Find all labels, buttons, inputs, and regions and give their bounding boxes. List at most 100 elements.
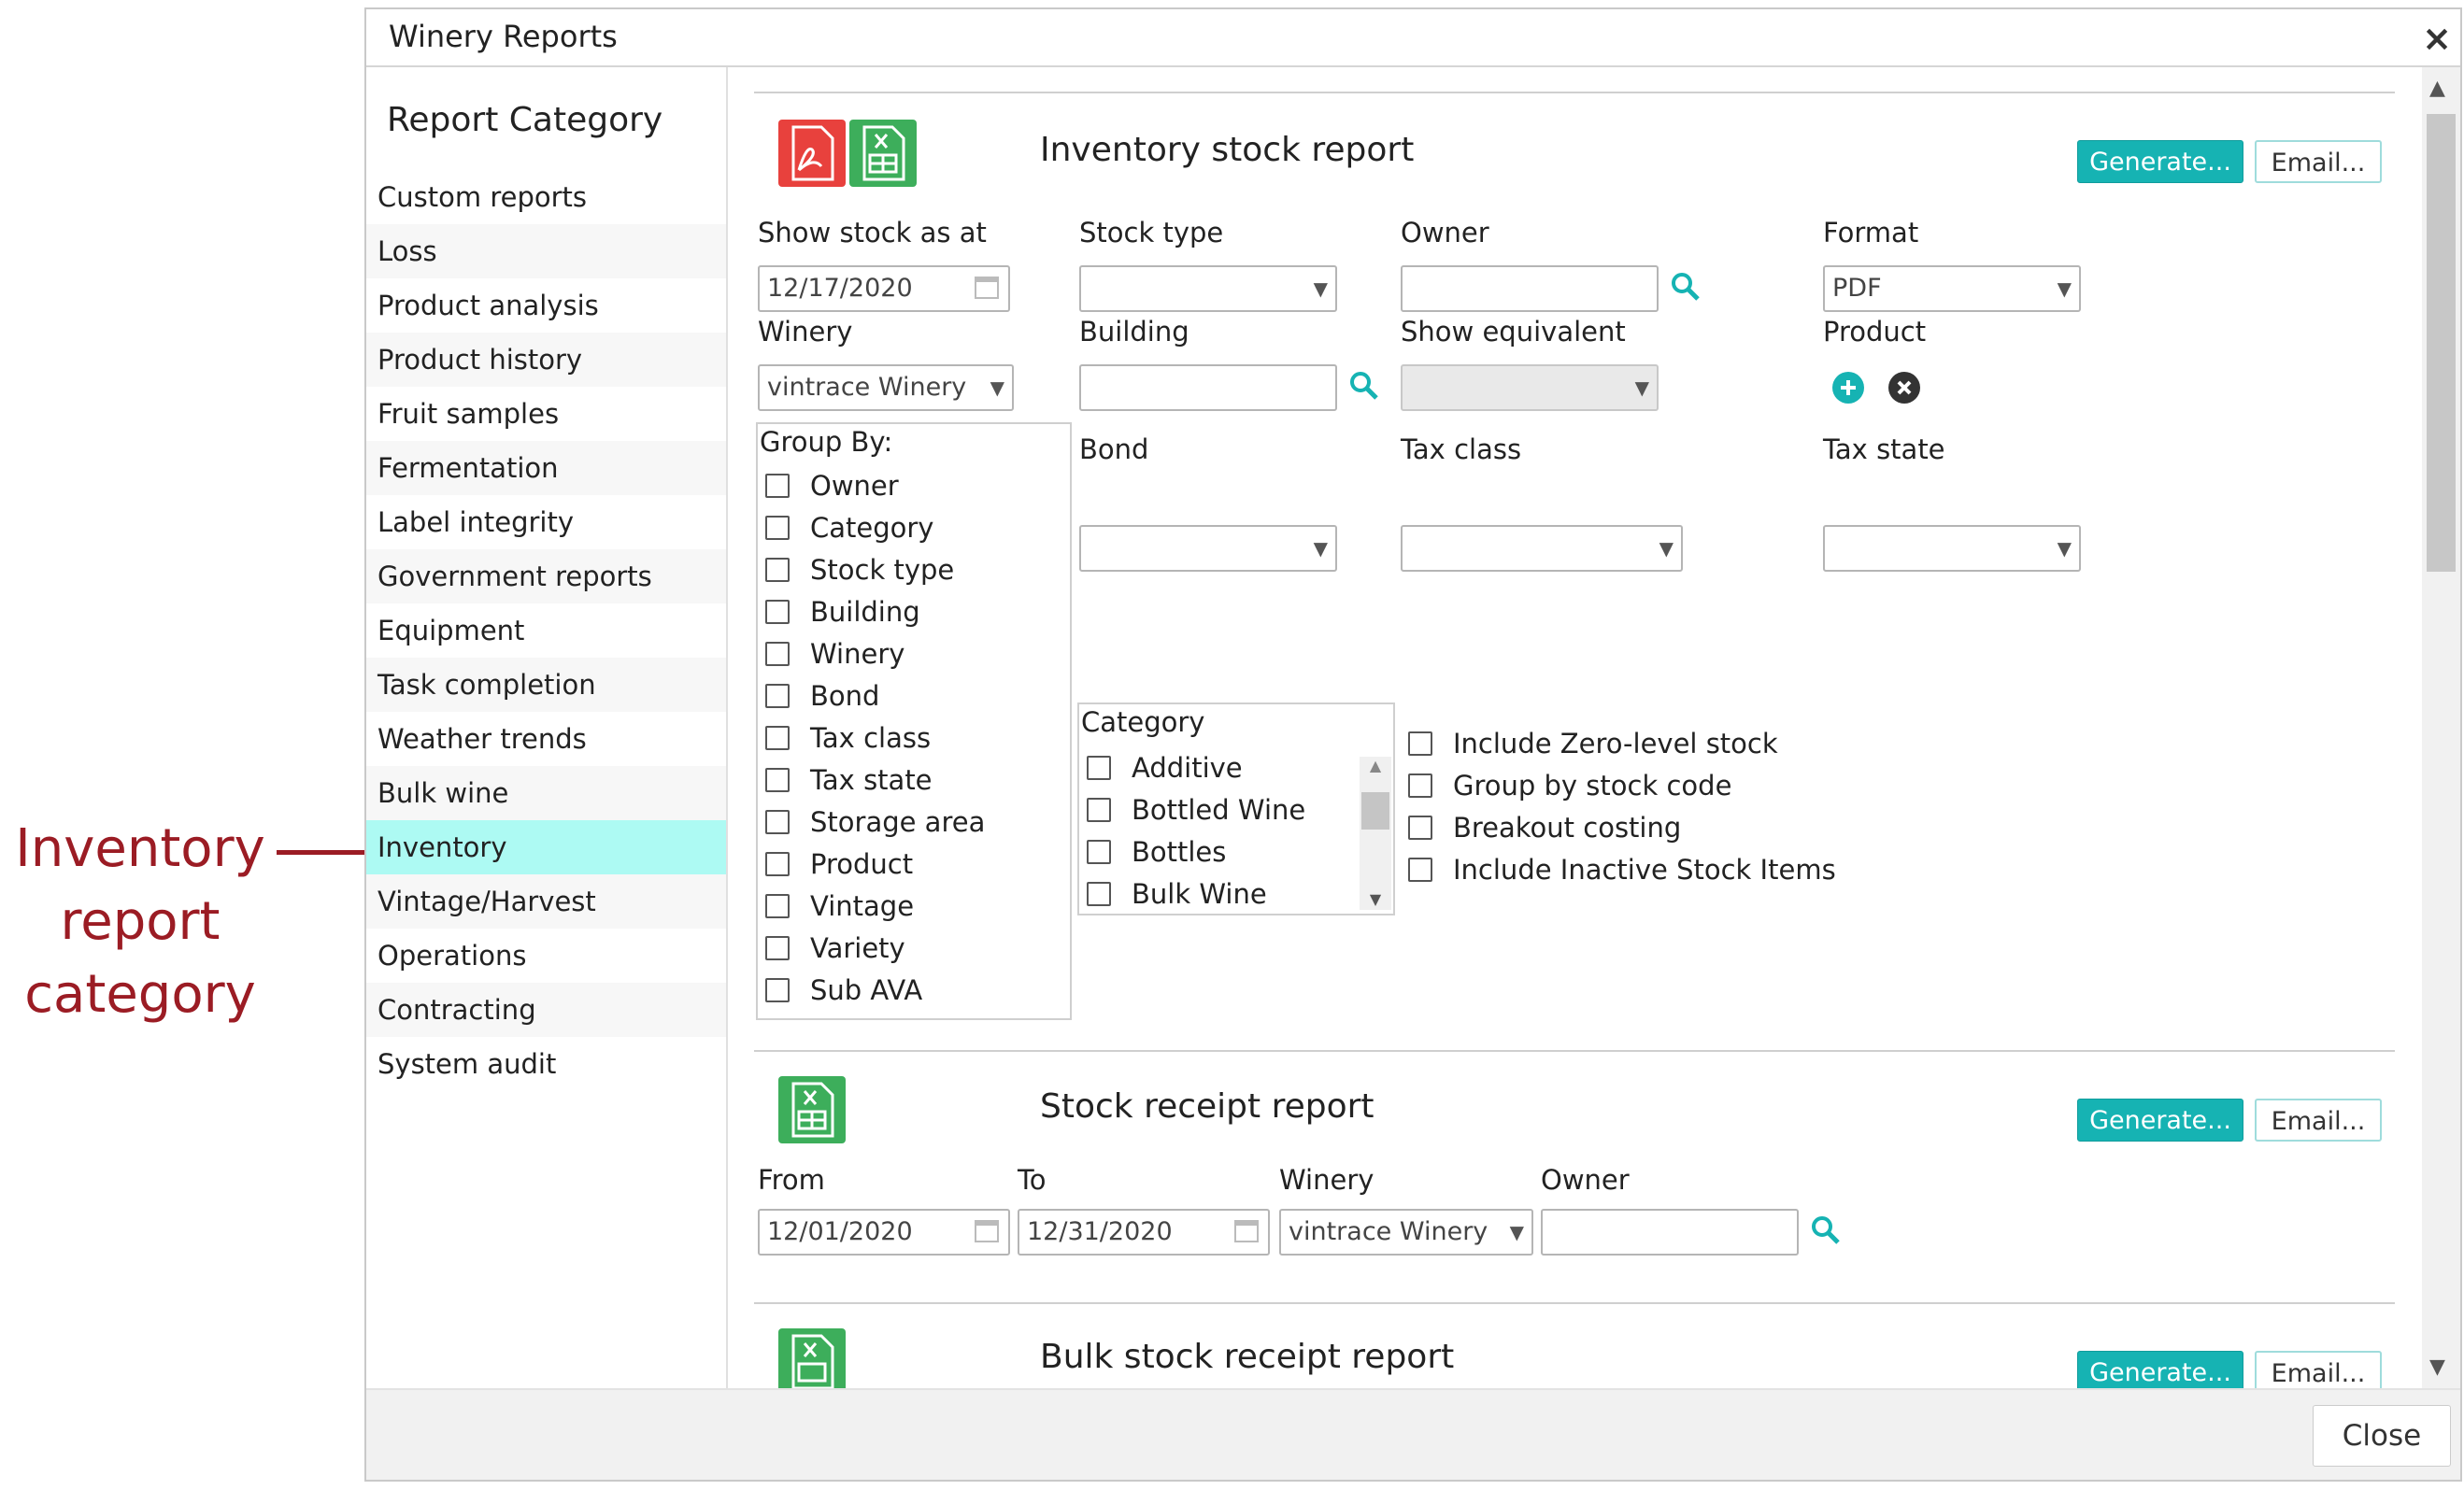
scroll-up-icon[interactable]: ▲ <box>1360 757 1391 774</box>
sidebar-item-government-reports[interactable]: Government reports <box>366 549 726 603</box>
sidebar-item-bulk-wine[interactable]: Bulk wine <box>366 766 726 820</box>
option-include-zero-level[interactable]: Include Zero-level stock <box>1408 725 1778 762</box>
main-scrollbar[interactable]: ▲ ▼ <box>2422 67 2460 1388</box>
category-bottles[interactable]: Bottles <box>1087 833 1226 871</box>
sidebar-item-custom-reports[interactable]: Custom reports <box>366 170 726 224</box>
option-breakout-costing[interactable]: Breakout costing <box>1408 809 1681 846</box>
excel-icon[interactable] <box>778 1076 846 1143</box>
category-bulk-wine[interactable]: Bulk Wine <box>1087 875 1267 913</box>
checkbox[interactable] <box>765 474 790 498</box>
sidebar-item-vintage-harvest[interactable]: Vintage/Harvest <box>366 874 726 929</box>
checkbox[interactable] <box>765 852 790 876</box>
show-stock-date-input[interactable]: 12/17/2020 <box>758 265 1010 312</box>
group-by-product[interactable]: Product <box>765 845 913 883</box>
group-by-category[interactable]: Category <box>765 509 933 546</box>
checkbox[interactable] <box>1408 858 1432 882</box>
category-additive[interactable]: Additive <box>1087 749 1243 787</box>
sidebar-item-label-integrity[interactable]: Label integrity <box>366 495 726 549</box>
checkbox[interactable] <box>1087 756 1111 780</box>
checkbox[interactable] <box>765 642 790 666</box>
stock-type-select[interactable]: ▼ <box>1079 265 1337 312</box>
sidebar-item-task-completion[interactable]: Task completion <box>366 658 726 712</box>
receipt-winery-select[interactable]: vintrace Winery ▼ <box>1279 1209 1533 1256</box>
checkbox[interactable] <box>1087 798 1111 822</box>
calendar-icon[interactable] <box>975 1220 999 1242</box>
bond-select[interactable]: ▼ <box>1079 525 1337 572</box>
tax-class-select[interactable]: ▼ <box>1401 525 1683 572</box>
sidebar-item-equipment[interactable]: Equipment <box>366 603 726 658</box>
close-button[interactable]: Close <box>2313 1405 2451 1467</box>
generate-button[interactable]: Generate... <box>2077 1351 2243 1388</box>
close-icon[interactable]: × <box>2421 21 2453 56</box>
group-by-variety[interactable]: Variety <box>765 929 905 967</box>
receipt-owner-input[interactable] <box>1541 1209 1799 1256</box>
owner-input[interactable] <box>1401 265 1659 312</box>
checkbox[interactable] <box>1087 882 1111 906</box>
from-date-input[interactable]: 12/01/2020 <box>758 1209 1010 1256</box>
email-button[interactable]: Email... <box>2255 1351 2382 1388</box>
generate-button[interactable]: Generate... <box>2077 140 2243 183</box>
email-button[interactable]: Email... <box>2255 140 2382 183</box>
checkbox[interactable] <box>765 726 790 750</box>
group-by-building[interactable]: Building <box>765 593 920 631</box>
checkbox[interactable] <box>765 894 790 918</box>
calendar-icon[interactable] <box>1234 1220 1259 1242</box>
category-bottled-wine[interactable]: Bottled Wine <box>1087 791 1305 829</box>
checkbox[interactable] <box>1408 773 1432 798</box>
format-select[interactable]: PDF ▼ <box>1823 265 2081 312</box>
group-by-bond[interactable]: Bond <box>765 677 879 715</box>
checkbox[interactable] <box>765 516 790 540</box>
sidebar-item-inventory[interactable]: Inventory <box>366 820 726 874</box>
email-button[interactable]: Email... <box>2255 1099 2382 1142</box>
generate-button[interactable]: Generate... <box>2077 1099 2243 1142</box>
winery-select[interactable]: vintrace Winery ▼ <box>758 364 1014 411</box>
group-by-tax-state[interactable]: Tax state <box>765 761 933 799</box>
checkbox[interactable] <box>765 810 790 834</box>
sidebar-item-system-audit[interactable]: System audit <box>366 1037 726 1091</box>
checkbox[interactable] <box>765 558 790 582</box>
checkbox[interactable] <box>765 600 790 624</box>
calendar-icon[interactable] <box>975 277 999 299</box>
sidebar-item-operations[interactable]: Operations <box>366 929 726 983</box>
scroll-down-icon[interactable]: ▼ <box>1360 890 1391 908</box>
group-by-winery[interactable]: Winery <box>765 635 904 673</box>
scroll-down-icon[interactable]: ▼ <box>2429 1355 2445 1379</box>
sidebar-item-product-history[interactable]: Product history <box>366 333 726 387</box>
to-date-input[interactable]: 12/31/2020 <box>1018 1209 1270 1256</box>
building-input[interactable] <box>1079 364 1337 411</box>
excel-icon[interactable] <box>778 1328 846 1388</box>
checkbox[interactable] <box>765 978 790 1002</box>
sidebar-item-fruit-samples[interactable]: Fruit samples <box>366 387 726 441</box>
option-include-inactive[interactable]: Include Inactive Stock Items <box>1408 851 1836 888</box>
sidebar-item-weather-trends[interactable]: Weather trends <box>366 712 726 766</box>
checkbox[interactable] <box>765 936 790 960</box>
search-icon[interactable] <box>1810 1214 1842 1246</box>
checkbox[interactable] <box>1408 816 1432 840</box>
main-scroll-thumb[interactable] <box>2427 114 2456 572</box>
pdf-icon[interactable] <box>778 120 846 187</box>
group-by-sub-ava[interactable]: Sub AVA <box>765 972 922 1009</box>
add-product-icon[interactable] <box>1832 372 1864 404</box>
option-group-by-stock-code[interactable]: Group by stock code <box>1408 767 1731 804</box>
search-icon[interactable] <box>1348 370 1380 402</box>
checkbox[interactable] <box>1408 731 1432 756</box>
group-by-tax-class[interactable]: Tax class <box>765 719 931 757</box>
group-by-owner[interactable]: Owner <box>765 467 899 504</box>
sidebar-item-fermentation[interactable]: Fermentation <box>366 441 726 495</box>
checkbox[interactable] <box>765 684 790 708</box>
checkbox[interactable] <box>765 768 790 792</box>
category-scrollbar[interactable]: ▲ ▼ <box>1360 757 1391 910</box>
scroll-up-icon[interactable]: ▲ <box>2429 77 2445 100</box>
clear-product-icon[interactable] <box>1888 372 1920 404</box>
group-by-storage-area[interactable]: Storage area <box>765 803 985 841</box>
search-icon[interactable] <box>1670 271 1702 303</box>
group-by-vintage[interactable]: Vintage <box>765 887 914 925</box>
sidebar-item-product-analysis[interactable]: Product analysis <box>366 278 726 333</box>
sidebar-item-loss[interactable]: Loss <box>366 224 726 278</box>
group-by-stock-type[interactable]: Stock type <box>765 551 954 589</box>
excel-icon[interactable] <box>849 120 917 187</box>
sidebar-item-contracting[interactable]: Contracting <box>366 983 726 1037</box>
category-scroll-thumb[interactable] <box>1361 792 1389 830</box>
tax-state-select[interactable]: ▼ <box>1823 525 2081 572</box>
checkbox[interactable] <box>1087 840 1111 864</box>
